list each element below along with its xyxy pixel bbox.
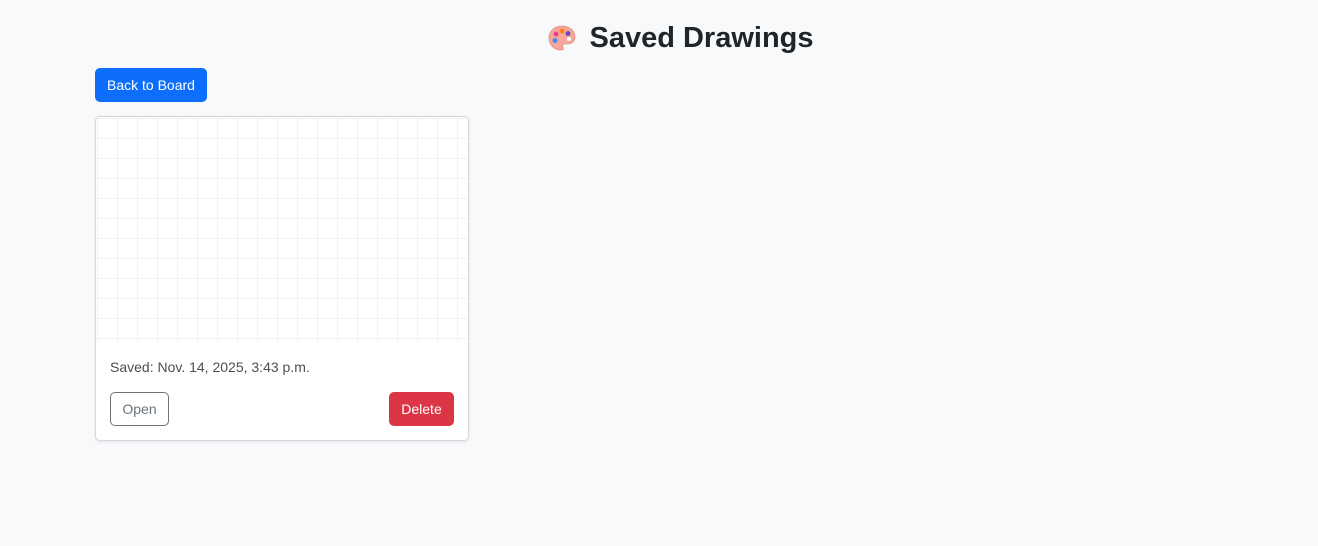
drawing-card: Saved: Nov. 14, 2025, 3:43 p.m. Open Del… xyxy=(95,116,469,441)
drawing-thumbnail[interactable] xyxy=(97,118,467,342)
open-button[interactable]: Open xyxy=(110,392,169,426)
page-title-container: Saved Drawings xyxy=(0,18,1318,63)
palette-icon xyxy=(549,25,576,51)
delete-button[interactable]: Delete xyxy=(389,392,454,426)
page-title: Saved Drawings xyxy=(589,22,814,54)
saved-drawings-page: Saved Drawings Back to Board Saved: Nov.… xyxy=(0,0,1318,546)
saved-timestamp: Saved: Nov. 14, 2025, 3:43 p.m. xyxy=(110,359,310,375)
back-to-board-button[interactable]: Back to Board xyxy=(95,68,207,102)
